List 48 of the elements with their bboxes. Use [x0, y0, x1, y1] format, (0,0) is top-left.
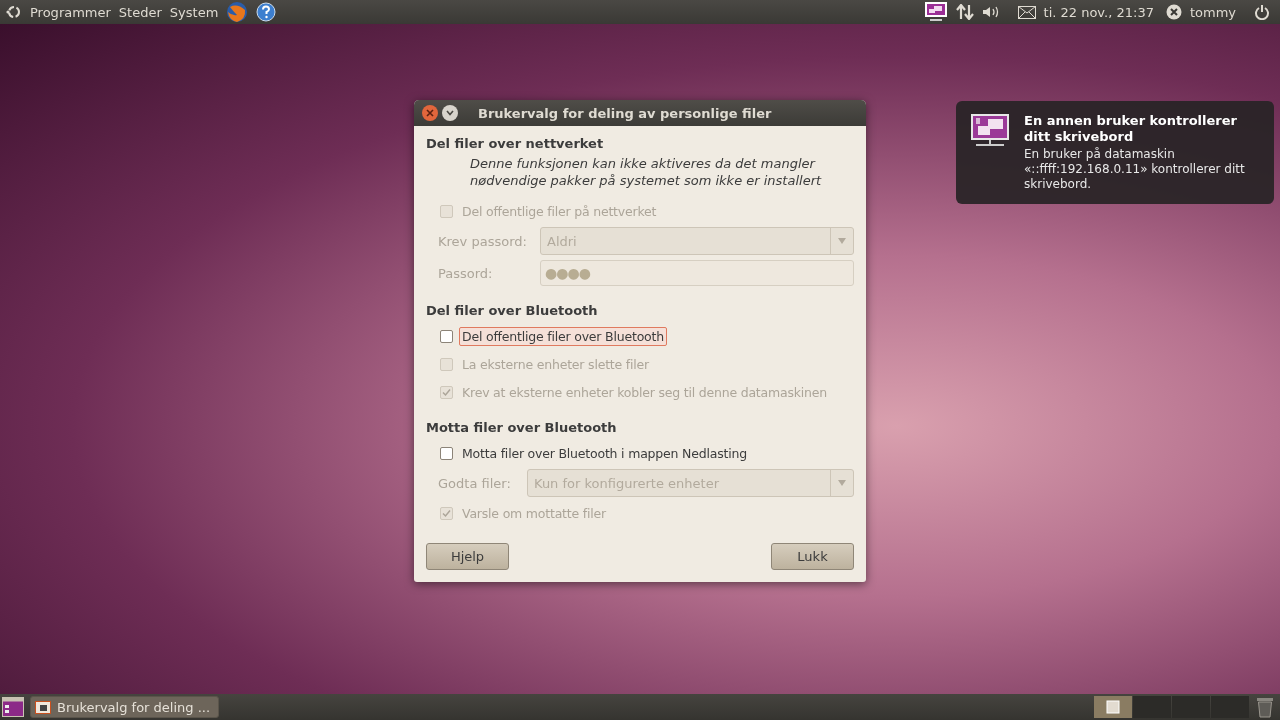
section-heading: Del filer over Bluetooth — [426, 303, 599, 318]
dialog-button[interactable]: Lukk — [771, 543, 854, 570]
remote-desktop-icon[interactable] — [923, 1, 948, 23]
check-mark-icon — [442, 508, 451, 518]
power-icon[interactable] — [1254, 4, 1270, 20]
user-status-icon[interactable] — [1165, 4, 1182, 20]
close-icon — [426, 109, 434, 117]
folder-icon — [35, 700, 51, 714]
window-title: Brukervalg for deling av personlige filer — [478, 105, 772, 121]
ubuntu-logo-icon — [6, 4, 22, 20]
workspace-switcher[interactable] — [1133, 696, 1171, 718]
caret-icon — [838, 238, 846, 244]
panel-menu[interactable]: Programmer — [30, 4, 111, 20]
envelope-icon[interactable] — [1017, 5, 1036, 19]
caret-icon — [838, 480, 846, 486]
browser-icon[interactable] — [226, 1, 249, 23]
workspace-switcher[interactable] — [1094, 696, 1132, 718]
taskbar-item[interactable]: Brukervalg for deling ... — [30, 696, 220, 718]
info-note: Denne funksjonen kan ikke aktiveres da det mangler nødvendige pakker på systemet som ikke er installert — [470, 155, 823, 189]
volume-icon[interactable] — [981, 5, 1000, 19]
workspace-switcher[interactable] — [1211, 696, 1249, 718]
check-mark-icon — [442, 387, 451, 397]
window-thumbnail-icon — [1106, 700, 1120, 714]
section-heading: Motta filer over Bluetooth — [426, 420, 618, 435]
close-button[interactable] — [422, 105, 438, 121]
user-name[interactable]: tommy — [1189, 4, 1236, 20]
help-icon[interactable] — [256, 2, 277, 22]
clock[interactable]: ti. 22 nov., 21:37 — [1043, 4, 1154, 20]
checkbox-label[interactable]: Del offentlige filer over Bluetooth — [459, 326, 667, 346]
notification-title: En annen bruker kontrollerer ditt skrivebord — [1024, 113, 1238, 145]
section-heading: Del filer over nettverket — [426, 136, 605, 151]
field-label: Krev passord: — [438, 233, 526, 249]
chevron-down-icon — [446, 110, 454, 116]
checkbox-label[interactable]: Motta filer over Bluetooth i mappen Nedlasting — [459, 443, 750, 463]
field-label: Godta filer: — [438, 475, 512, 491]
notification-text: En bruker på datamaskin «::ffff:192.168.0.11» kontrollerer ditt skrivebord. — [1024, 147, 1246, 192]
field-label: Passord: — [438, 265, 494, 281]
checkbox[interactable] — [440, 329, 453, 343]
minimize-button[interactable] — [442, 105, 458, 121]
workspace-switcher[interactable] — [1172, 696, 1210, 718]
dialog-button[interactable]: Hjelp — [426, 543, 509, 570]
trash-icon[interactable] — [1256, 696, 1274, 718]
network-arrows-icon[interactable] — [955, 4, 974, 20]
show-desktop-icon[interactable] — [2, 697, 24, 717]
panel-menu[interactable]: System — [169, 4, 219, 20]
checkbox[interactable] — [440, 446, 453, 460]
panel-menu[interactable]: Steder — [118, 4, 162, 20]
remote-desktop-icon — [970, 113, 1010, 149]
